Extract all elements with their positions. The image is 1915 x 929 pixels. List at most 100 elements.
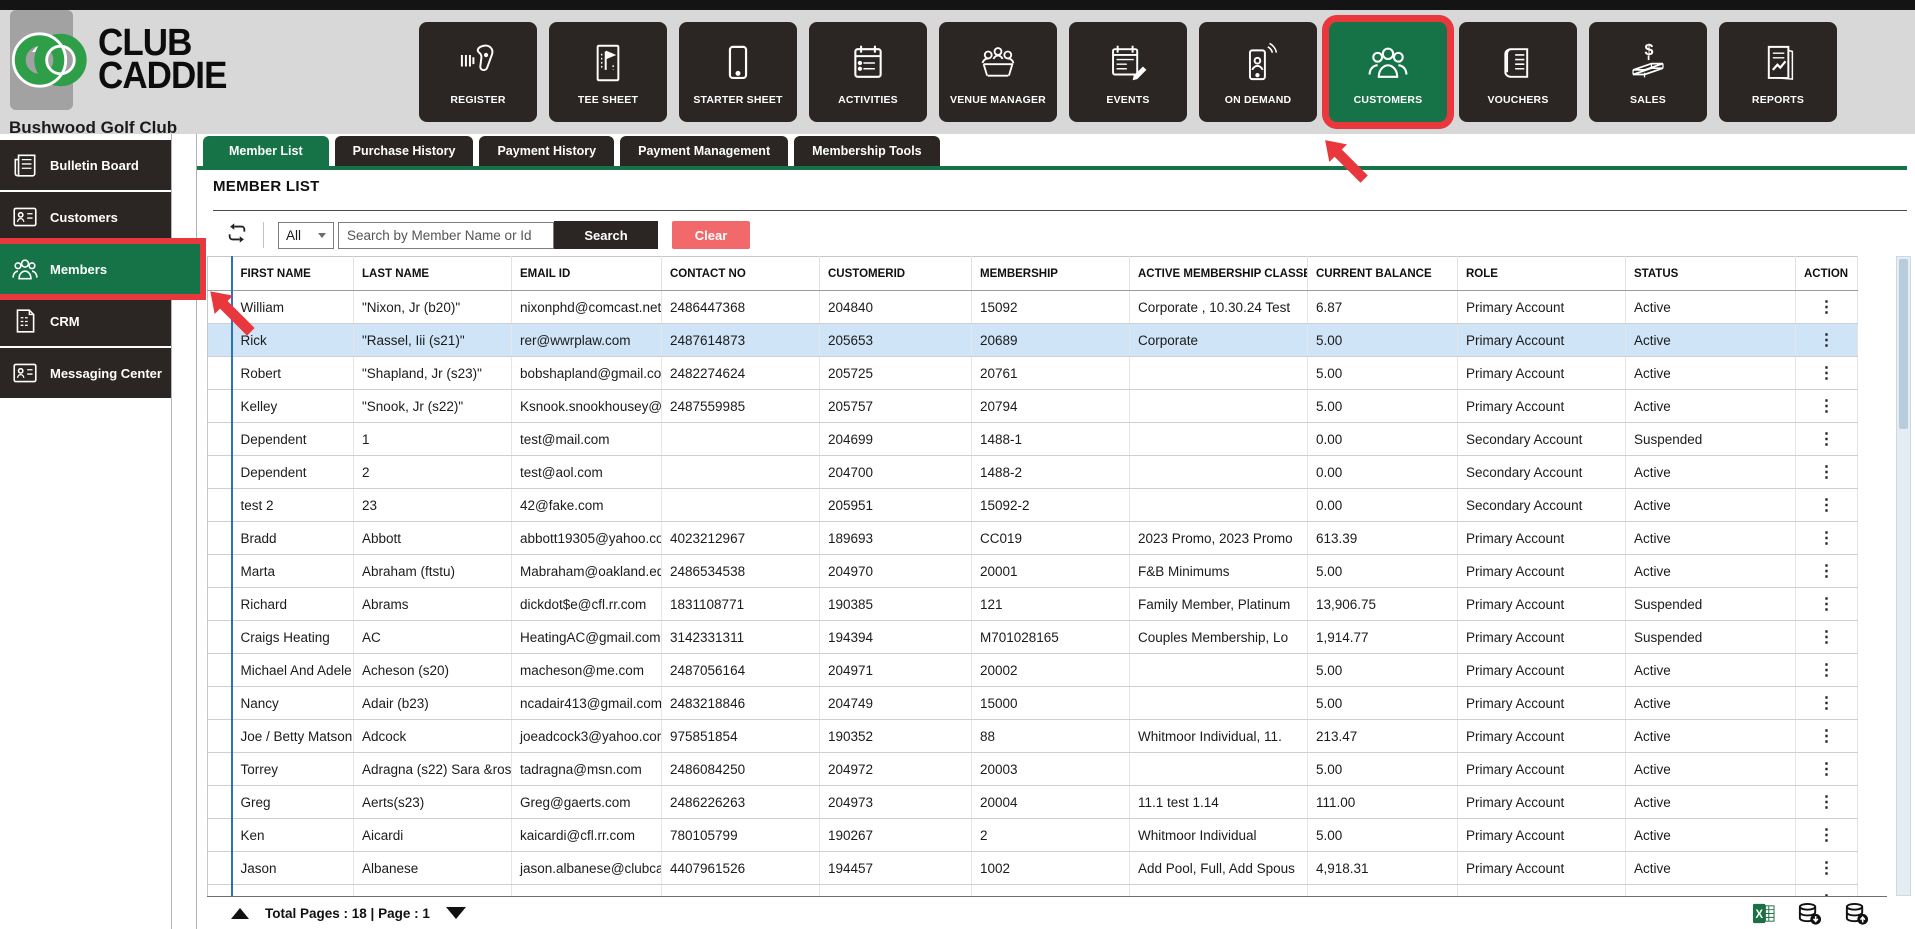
column-header-current-balance[interactable]: CURRENT BALANCE: [1307, 256, 1458, 291]
row-actions-button[interactable]: ⋮: [1795, 422, 1858, 456]
row-actions-button[interactable]: ⋮: [1795, 719, 1858, 753]
row-selector-cell[interactable]: [207, 719, 232, 753]
row-selector-cell[interactable]: [207, 653, 232, 687]
page-up-button[interactable]: [231, 907, 249, 919]
cell-role: Primary Account: [1457, 851, 1626, 885]
data-upload-icon[interactable]: [1844, 902, 1869, 925]
column-header-status[interactable]: STATUS: [1625, 256, 1796, 291]
row-actions-button[interactable]: ⋮: [1795, 587, 1858, 621]
nav-tee-sheet[interactable]: TEE SHEET: [549, 22, 667, 122]
table-row[interactable]: Rick "Rassel, Iii (s21)" rer@wwrplaw.com 24…: [207, 323, 1858, 357]
row-selector-cell[interactable]: [207, 554, 232, 588]
nav-activities[interactable]: ACTIVITIES: [809, 22, 927, 122]
row-actions-button[interactable]: ⋮: [1795, 290, 1858, 324]
tab-purchase-history[interactable]: Purchase History: [334, 136, 474, 166]
table-row[interactable]: Joe / Betty Matson Adcock joeadcock3@yahoo…: [207, 719, 1858, 753]
nav-sales[interactable]: $ SALES: [1589, 22, 1707, 122]
column-header-customerid[interactable]: CUSTOMERID: [819, 256, 972, 291]
table-row[interactable]: Bradd Abbott abbott19305@yahoo.com 40232129…: [207, 521, 1858, 555]
row-actions-button[interactable]: ⋮: [1795, 785, 1858, 819]
table-row[interactable]: Greg Aerts(s23) Greg@gaerts.com 2486226263 2…: [207, 785, 1858, 819]
sidebar-item-crm[interactable]: CRM: [0, 296, 171, 346]
row-actions-button[interactable]: ⋮: [1795, 818, 1858, 852]
nav-on-demand[interactable]: ON DEMAND: [1199, 22, 1317, 122]
row-actions-button[interactable]: ⋮: [1795, 521, 1858, 555]
row-selector-cell[interactable]: [207, 290, 232, 324]
sidebar-item-messaging-center[interactable]: Messaging Center: [0, 348, 171, 398]
nav-customers[interactable]: CUSTOMERS: [1329, 22, 1447, 122]
nav-reports[interactable]: REPORTS: [1719, 22, 1837, 122]
tab-member-list[interactable]: Member List: [203, 136, 329, 166]
nav-vouchers[interactable]: VOUCHERS: [1459, 22, 1577, 122]
data-download-icon[interactable]: [1797, 902, 1822, 925]
row-selector-cell[interactable]: [207, 587, 232, 621]
row-selector-cell[interactable]: [207, 521, 232, 555]
tab-payment-management[interactable]: Payment Management: [620, 136, 789, 166]
row-actions-button[interactable]: ⋮: [1795, 620, 1858, 654]
member-search-input[interactable]: [338, 221, 554, 249]
nav-venue-manager[interactable]: VENUE MANAGER: [939, 22, 1057, 122]
row-selector-cell[interactable]: [207, 356, 232, 390]
column-header-last-name[interactable]: LAST NAME: [353, 256, 512, 291]
row-selector-cell[interactable]: [207, 422, 232, 456]
column-header-contact-no[interactable]: CONTACT NO: [661, 256, 820, 291]
tab-payment-history[interactable]: Payment History: [479, 136, 615, 166]
row-selector-cell[interactable]: [207, 686, 232, 720]
table-row[interactable]: Robert "Shapland, Jr (s23)" bobshapland@gm…: [207, 356, 1858, 390]
table-row[interactable]: Craigs Heating AC HeatingAC@gmail.com 31423…: [207, 620, 1858, 654]
row-actions-button[interactable]: ⋮: [1795, 554, 1858, 588]
row-actions-button[interactable]: ⋮: [1795, 455, 1858, 489]
scrollbar-thumb[interactable]: [1899, 259, 1908, 429]
row-selector-cell[interactable]: [207, 389, 232, 423]
row-actions-button[interactable]: ⋮: [1795, 356, 1858, 390]
table-row[interactable]: Marta Abraham (ftstu) Mabraham@oakland.edu…: [207, 554, 1858, 588]
column-header-email-id[interactable]: EMAIL ID: [511, 256, 662, 291]
table-row[interactable]: Richard Abrams dickdot$e@cfl.rr.com 1831108…: [207, 587, 1858, 621]
table-row[interactable]: Ken Aicardi kaicardi@cfl.rr.com 780105799 19…: [207, 818, 1858, 852]
row-actions-button[interactable]: ⋮: [1795, 488, 1858, 522]
nav-starter-sheet[interactable]: STARTER SHEET: [679, 22, 797, 122]
table-row[interactable]: Dependent 1 test@mail.com 204699 1488-1 0.00 S…: [207, 422, 1858, 456]
table-row[interactable]: William "Nixon, Jr (b20)" nixonphd@comcast…: [207, 290, 1858, 324]
row-selector-cell[interactable]: [207, 818, 232, 852]
row-selector-cell[interactable]: [207, 455, 232, 489]
excel-export-icon[interactable]: X: [1752, 902, 1775, 925]
vertical-scrollbar[interactable]: [1896, 256, 1911, 896]
refresh-button[interactable]: [225, 222, 249, 247]
row-selector-cell[interactable]: [207, 488, 232, 522]
row-actions-button[interactable]: ⋮: [1795, 323, 1858, 357]
table-row[interactable]: Kelley "Snook, Jr (s22)" Ksnook.snookhouse…: [207, 389, 1858, 423]
row-actions-button[interactable]: ⋮: [1795, 389, 1858, 423]
row-selector-cell[interactable]: [207, 323, 232, 357]
table-row[interactable]: Nancy Adair (b23) ncadair413@gmail.com 2483…: [207, 686, 1858, 720]
table-row[interactable]: Dependent 2 test@aol.com 204700 1488-2 0.00 Se…: [207, 455, 1858, 489]
sidebar-item-bulletin-board[interactable]: Bulletin Board: [0, 140, 171, 190]
table-row[interactable]: test 2 23 42@fake.com 205951 15092-2 0.00 Seco…: [207, 488, 1858, 522]
row-actions-button[interactable]: ⋮: [1795, 851, 1858, 885]
clear-button[interactable]: Clear: [672, 221, 750, 249]
column-header-first-name[interactable]: FIRST NAME: [230, 256, 354, 291]
row-selector-cell[interactable]: [207, 752, 232, 786]
row-actions-button[interactable]: ⋮: [1795, 752, 1858, 786]
column-header-action[interactable]: ACTION: [1795, 256, 1858, 291]
nav-events[interactable]: EVENTS: [1069, 22, 1187, 122]
row-selector-cell[interactable]: [207, 851, 232, 885]
column-header-active-membership-classe[interactable]: ACTIVE MEMBERSHIP CLASSE: [1129, 256, 1308, 291]
search-button[interactable]: Search: [554, 221, 658, 249]
row-actions-button[interactable]: ⋮: [1795, 686, 1858, 720]
row-actions-button[interactable]: ⋮: [1795, 653, 1858, 687]
row-selector-cell[interactable]: [207, 620, 232, 654]
nav-register[interactable]: REGISTER: [419, 22, 537, 122]
row-selector-cell[interactable]: [207, 785, 232, 819]
column-header-role[interactable]: ROLE: [1457, 256, 1626, 291]
page-down-button[interactable]: [445, 907, 466, 919]
tee-sheet-icon: [585, 39, 631, 87]
column-header-membership[interactable]: MEMBERSHIP: [971, 256, 1130, 291]
filter-dropdown[interactable]: All: [278, 221, 334, 249]
table-row[interactable]: Jason Albanese jason.albanese@clubcad 44079…: [207, 851, 1858, 885]
tab-membership-tools[interactable]: Membership Tools: [794, 136, 940, 166]
sidebar-item-members[interactable]: Members: [0, 244, 200, 294]
table-row[interactable]: Michael And Adele Acheson (s20) macheson@m…: [207, 653, 1858, 687]
table-row[interactable]: Torrey Adragna (s22) Sara &ross tadragna@m…: [207, 752, 1858, 786]
sidebar-item-customers[interactable]: Customers: [0, 192, 171, 242]
